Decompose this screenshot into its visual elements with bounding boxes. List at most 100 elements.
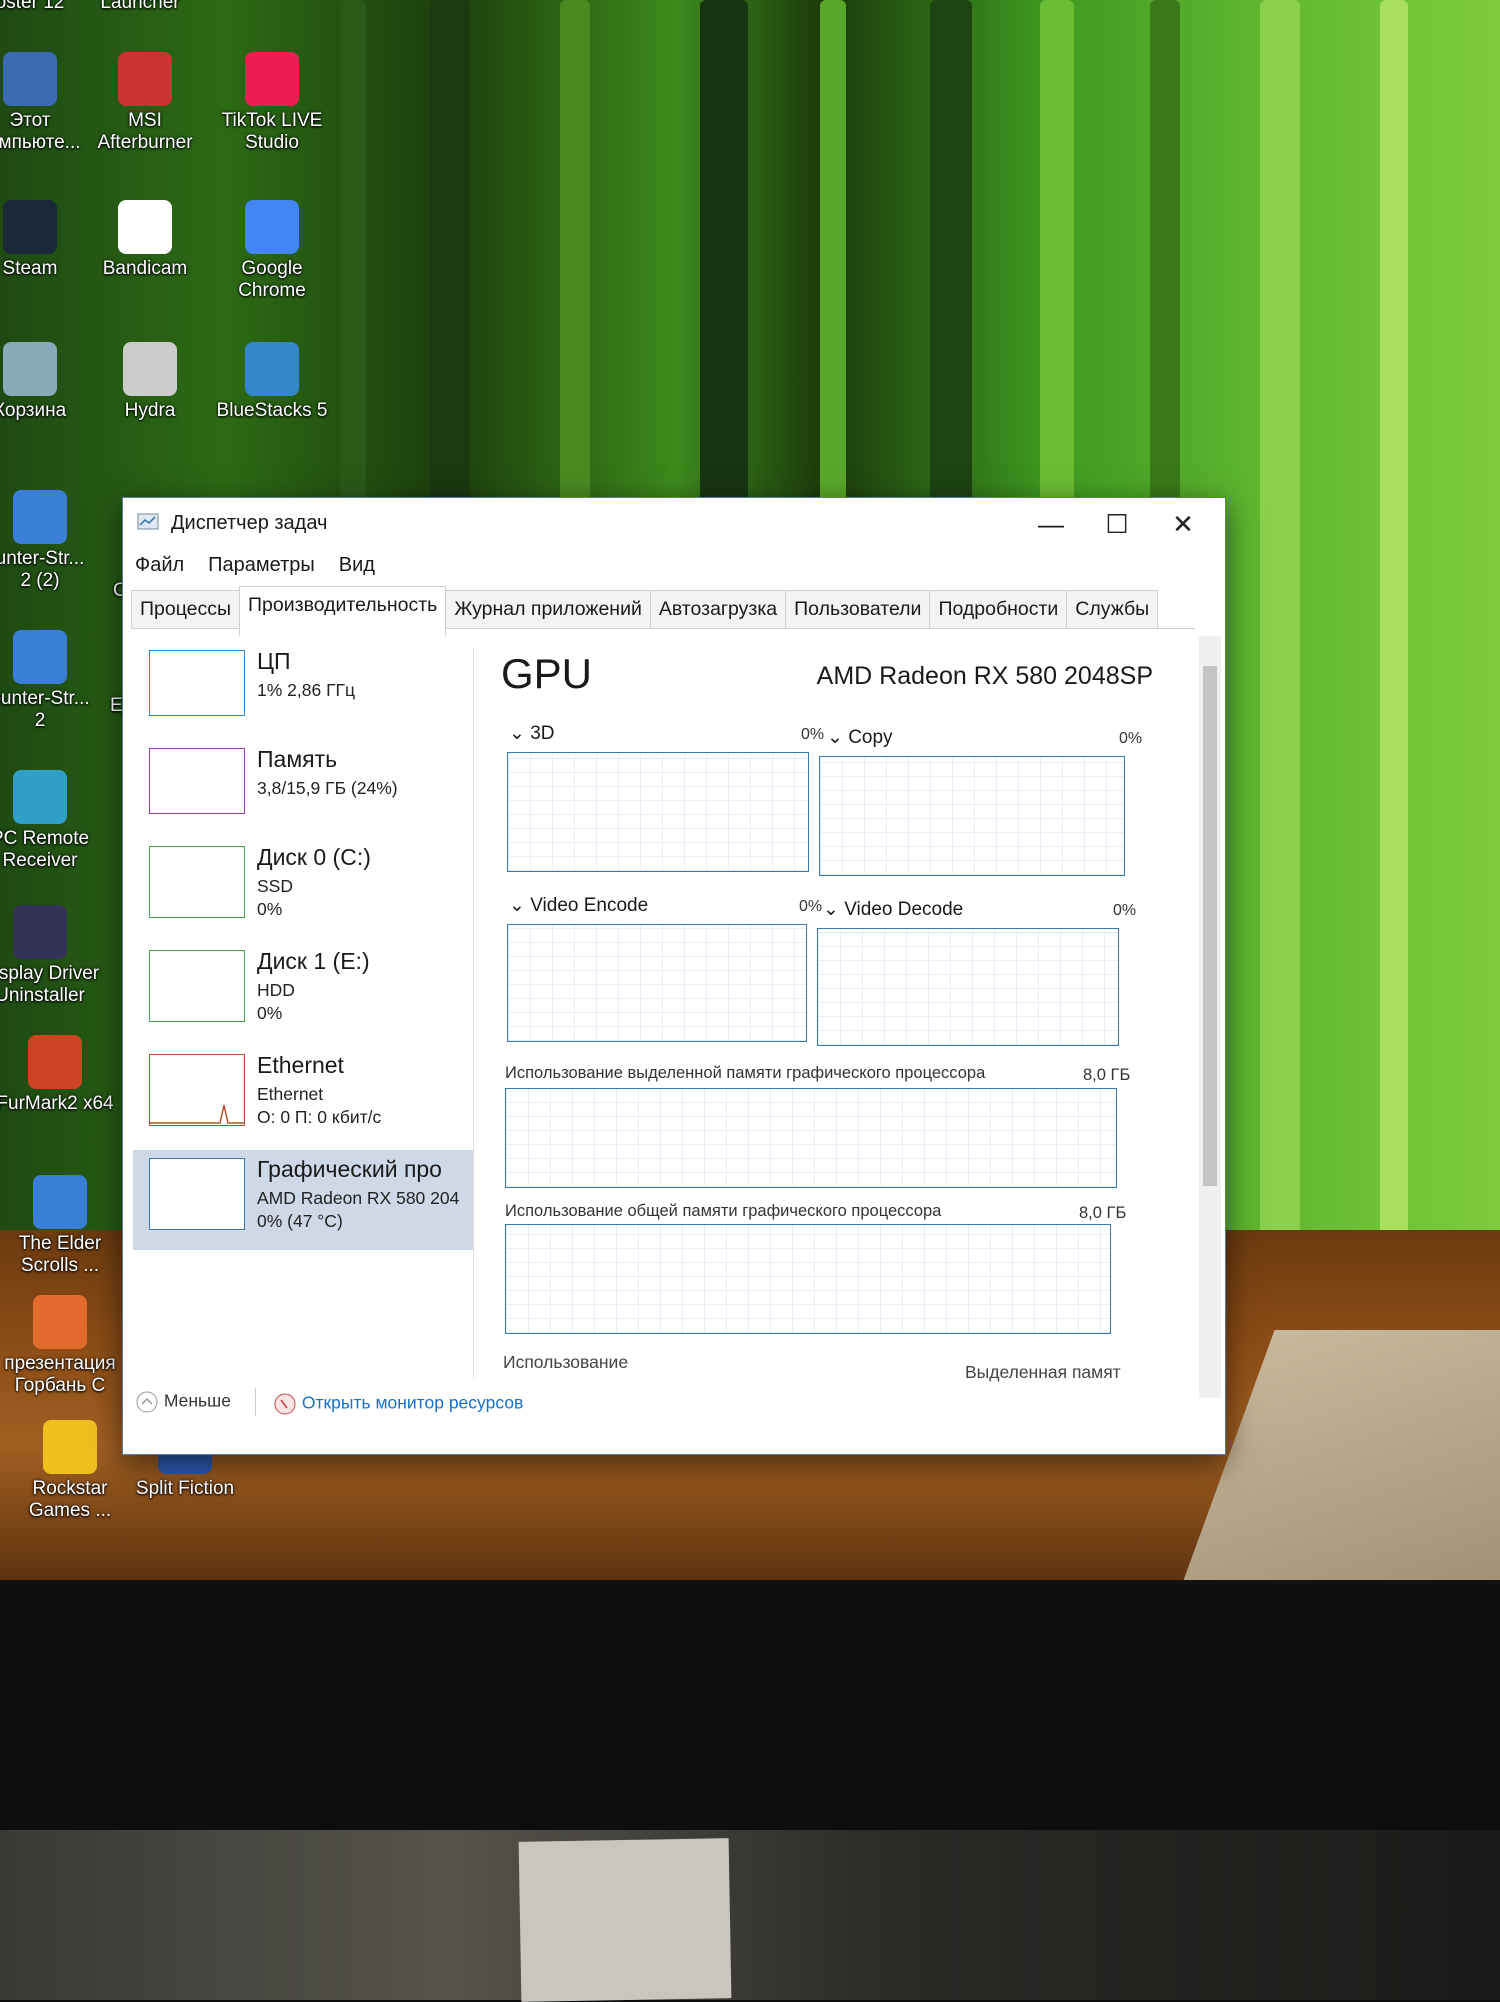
tab-processes[interactable]: Процессы xyxy=(131,590,241,628)
menu-options[interactable]: Параметры xyxy=(208,548,315,582)
minimize-button[interactable]: — xyxy=(1023,504,1079,544)
sidebar-item-usage: 0% xyxy=(257,899,283,919)
pane-divider xyxy=(473,648,474,1378)
sidebar-item-detail: HDD xyxy=(257,980,295,1000)
usage-label: Использование xyxy=(503,1352,629,1372)
window-title: Диспетчер задач xyxy=(171,512,328,534)
vertical-scrollbar[interactable] xyxy=(1199,636,1221,1398)
desktop-icon-label: FurMark2 x64 xyxy=(0,1093,114,1114)
sidebar-item-gpu[interactable]: Графический про AMD Radeon RX 580 204 0%… xyxy=(133,1150,473,1250)
desktop-icon[interactable]: Hydra xyxy=(90,342,210,422)
bamboo-stalk xyxy=(1380,0,1408,1400)
fewer-details-label: Меньше xyxy=(163,1390,231,1411)
sidebar-item-usage: 0% xyxy=(257,1003,283,1023)
bluestacks-icon xyxy=(245,342,299,396)
cpu-mini-graph xyxy=(149,650,245,716)
desktop-icon[interactable]: FurMark2 x64 xyxy=(0,1035,115,1115)
engine-copy-selector[interactable]: ⌄ Copy xyxy=(827,726,893,749)
disk1-mini-graph xyxy=(149,950,245,1022)
engine-video-encode-percent: 0% xyxy=(799,898,823,915)
engine-3d-percent: 0% xyxy=(801,726,825,743)
sidebar-item-memory[interactable]: Память 3,8/15,9 ГБ (24%) xyxy=(133,740,473,840)
tab-services[interactable]: Службы xyxy=(1066,590,1159,628)
open-resource-monitor-link[interactable]: Открыть монитор ресурсов xyxy=(273,1392,523,1416)
tab-performance[interactable]: Производительность xyxy=(239,586,447,636)
tab-app-history[interactable]: Журнал приложений xyxy=(445,590,651,628)
sidebar-item-disk-0[interactable]: Диск 0 (C:) SSD 0% xyxy=(133,838,473,938)
engine-3d-selector[interactable]: ⌄ 3D xyxy=(509,722,555,745)
performance-sidebar: ЦП 1% 2,86 ГГц Память 3,8/15,9 ГБ (24%) … xyxy=(133,636,473,1366)
desktop-icon[interactable]: ounter-Str... 2 xyxy=(0,630,100,732)
desktop-icon[interactable]: PC Remote Receiver xyxy=(0,770,100,872)
bandicam-icon xyxy=(118,200,172,254)
menu-bar: Файл Параметры Вид xyxy=(135,548,375,582)
close-button[interactable]: ✕ xyxy=(1155,504,1211,544)
maximize-button[interactable]: ☐ xyxy=(1089,504,1145,544)
ddu-icon xyxy=(13,905,67,959)
sidebar-item-title: Память xyxy=(257,746,338,772)
elder-scrolls-icon xyxy=(33,1175,87,1229)
desktop-icon[interactable]: Этот компьюте... xyxy=(0,52,90,154)
desk-surface xyxy=(0,1830,1500,2000)
desktop-icon[interactable]: MSI Afterburner xyxy=(85,52,205,154)
desktop-icon-label: unter-Str... 2 (2) xyxy=(0,548,85,591)
bamboo-stalk xyxy=(1260,0,1300,1400)
menu-file[interactable]: Файл xyxy=(135,548,184,582)
engine-copy-percent: 0% xyxy=(1119,730,1143,747)
desktop-icon[interactable]: Google Chrome xyxy=(212,200,332,302)
fewer-details-button[interactable]: Меньше xyxy=(135,1390,231,1414)
desktop-icon-label: BlueStacks 5 xyxy=(216,400,328,421)
counter-strike-icon xyxy=(13,630,67,684)
desktop-icon[interactable]: Корзина xyxy=(0,342,90,422)
sidebar-item-cpu[interactable]: ЦП 1% 2,86 ГГц xyxy=(133,642,473,742)
sidebar-item-title: Ethernet xyxy=(257,1052,344,1078)
desktop-icon-label: oster 12 xyxy=(0,0,65,13)
desktop-icon[interactable]: Rockstar Games ... xyxy=(10,1420,130,1522)
desktop-icon[interactable]: TikTok LIVE Studio xyxy=(212,52,332,154)
menu-view[interactable]: Вид xyxy=(339,548,375,582)
desktop-icon[interactable]: Steam xyxy=(0,200,90,280)
sidebar-item-detail: AMD Radeon RX 580 204 xyxy=(257,1188,460,1208)
tiktok-icon xyxy=(245,52,299,106)
engine-video-decode-selector[interactable]: ⌄ Video Decode xyxy=(823,898,963,921)
task-manager-icon xyxy=(137,513,159,530)
sidebar-item-title: Графический про xyxy=(257,1156,442,1182)
desktop-icon[interactable]: презентация Горбань С xyxy=(0,1295,120,1397)
recycle-bin-icon xyxy=(3,342,57,396)
tab-strip: Процессы Производительность Журнал прило… xyxy=(131,586,1195,636)
hydra-icon xyxy=(123,342,177,396)
scrollbar-thumb[interactable] xyxy=(1203,666,1217,1186)
powerpoint-icon xyxy=(33,1295,87,1349)
desktop-icon[interactable]: oster 12 xyxy=(0,0,90,14)
engine-video-encode-selector[interactable]: ⌄ Video Encode xyxy=(509,894,648,917)
dedicated-memory-label: Использование выделенной памяти графичес… xyxy=(505,1064,986,1082)
desktop-icon[interactable]: Display Driver Uninstaller xyxy=(0,905,100,1007)
sidebar-item-disk-1[interactable]: Диск 1 (E:) HDD 0% xyxy=(133,942,473,1042)
sidebar-item-ethernet[interactable]: Ethernet Ethernet О: 0 П: 0 кбит/с xyxy=(133,1046,473,1146)
gpu-detail-panel: GPU AMD Radeon RX 580 2048SP ⌄ 3D 0% ⌄ C… xyxy=(501,648,1179,1388)
desktop-icon[interactable]: Bandicam xyxy=(85,200,205,280)
engine-3d-label: 3D xyxy=(530,723,555,744)
resource-monitor-icon xyxy=(274,1393,296,1415)
desktop-icon-label: Launcher xyxy=(100,0,180,13)
engine-video-encode-graph xyxy=(507,924,807,1042)
gpu-mini-graph xyxy=(149,1158,245,1230)
disk0-mini-graph xyxy=(149,846,245,918)
title-bar[interactable]: Диспетчер задач — ☐ ✕ xyxy=(123,498,1225,548)
gpu-model-name: AMD Radeon RX 580 2048SP xyxy=(816,662,1153,690)
desktop-icon[interactable]: Launcher xyxy=(80,0,200,14)
desktop-icon[interactable]: The Elder Scrolls ... xyxy=(0,1175,120,1277)
desktop-icon-label: презентация Горбань С xyxy=(4,1353,116,1396)
tab-users[interactable]: Пользователи xyxy=(785,590,931,628)
paper-receipt xyxy=(518,1838,732,2002)
sidebar-item-detail: 3,8/15,9 ГБ (24%) xyxy=(257,778,398,798)
desktop-icon-label: TikTok LIVE Studio xyxy=(221,110,323,153)
desktop-icon[interactable]: unter-Str... 2 (2) xyxy=(0,490,100,592)
steam-icon xyxy=(3,200,57,254)
tab-startup[interactable]: Автозагрузка xyxy=(649,590,787,628)
desktop-icon[interactable]: BlueStacks 5 xyxy=(212,342,332,422)
tab-details[interactable]: Подробности xyxy=(929,590,1068,628)
shared-memory-label: Использование общей памяти графического … xyxy=(505,1202,942,1220)
window-footer: Меньше Открыть монитор ресурсов xyxy=(123,1378,1225,1428)
shared-memory-graph xyxy=(505,1224,1111,1334)
